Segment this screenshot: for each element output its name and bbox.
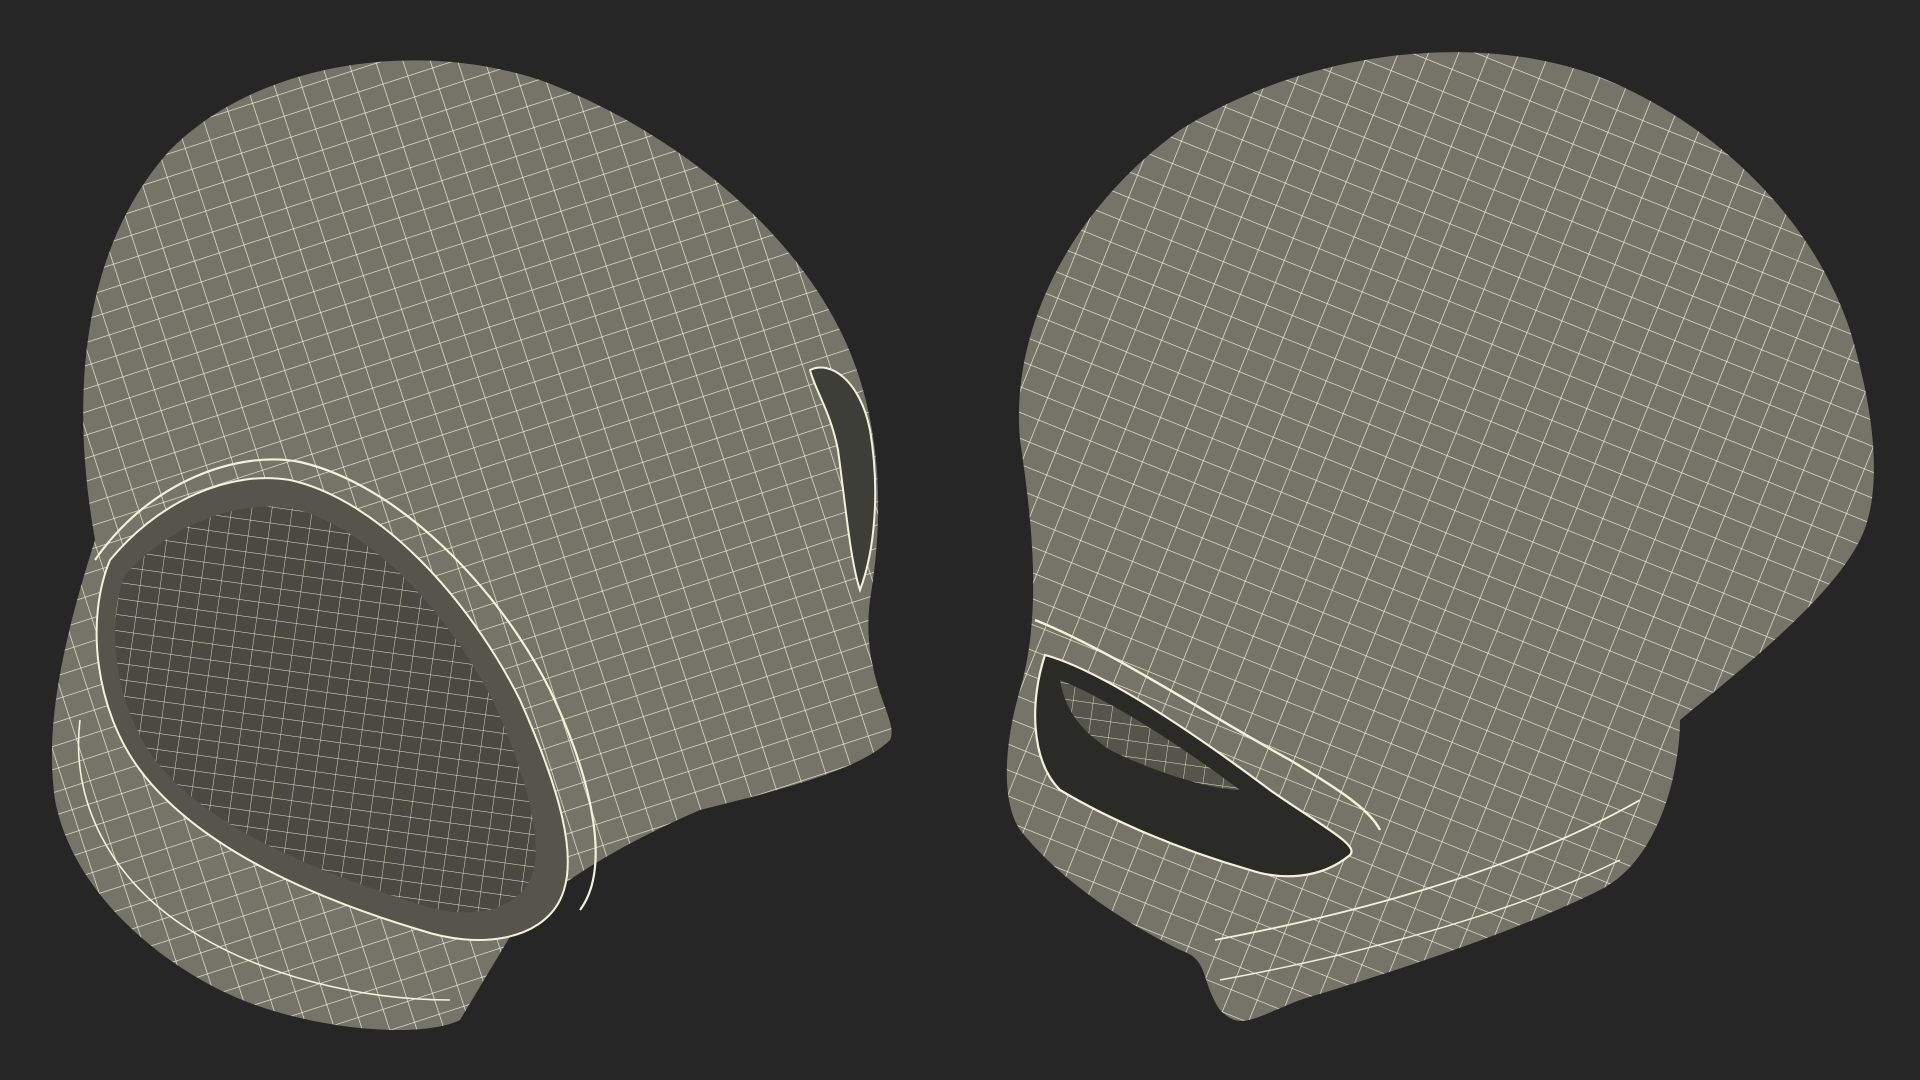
helmet-left <box>51 60 892 1030</box>
render-viewport <box>0 0 1920 1080</box>
scene-svg <box>51 52 1874 1030</box>
helmet-right-wire <box>1006 52 1874 1021</box>
helmet-right <box>1006 52 1874 1021</box>
